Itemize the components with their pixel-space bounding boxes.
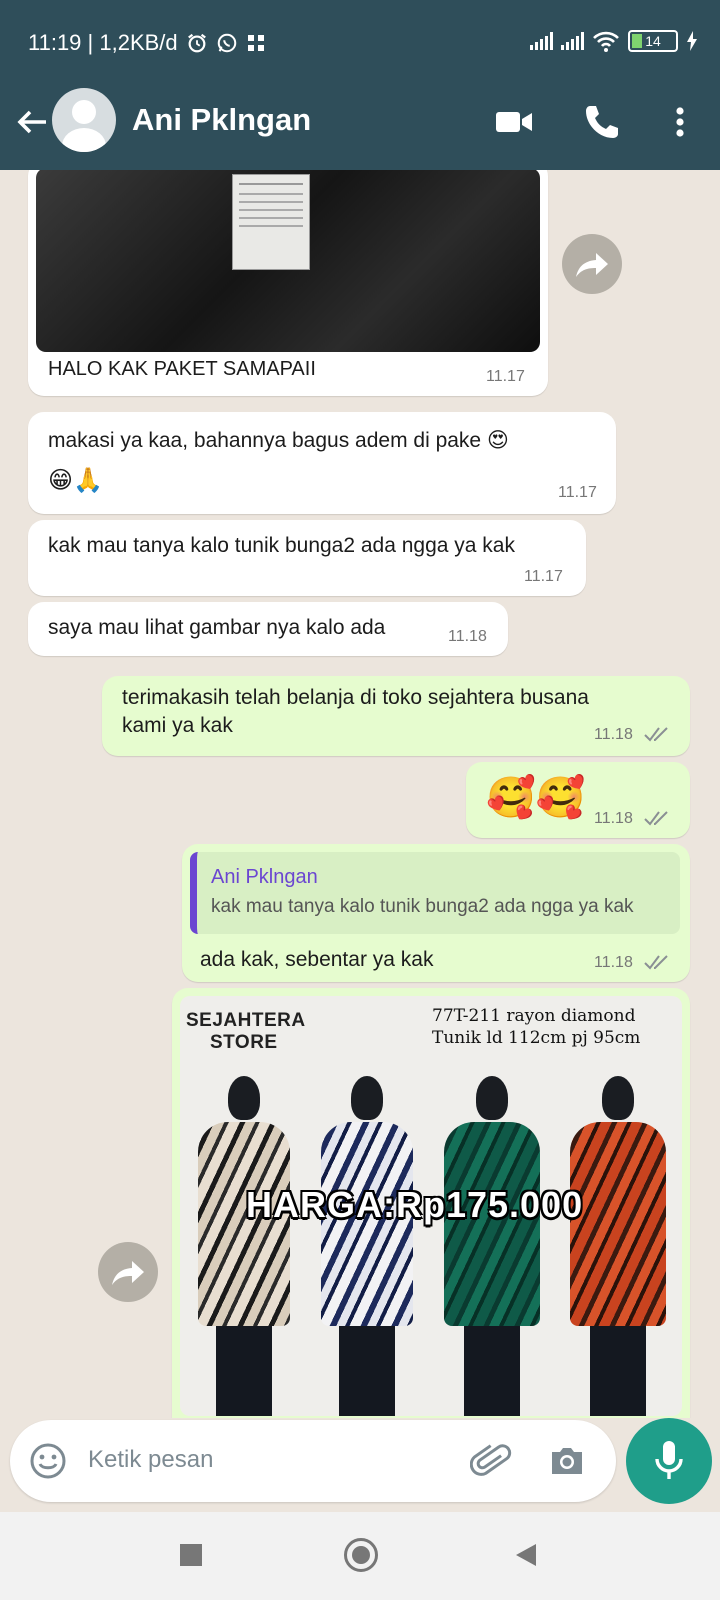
system-navigation-bar bbox=[0, 1512, 720, 1600]
message-text: HALO KAK PAKET SAMAPAII bbox=[48, 358, 316, 380]
forward-icon bbox=[112, 1261, 144, 1285]
shipping-label bbox=[232, 174, 310, 270]
incoming-message[interactable]: kak mau tanya kalo tunik bunga2 ada ngga… bbox=[28, 520, 586, 596]
model-figure-3 bbox=[430, 1076, 556, 1416]
chat-header: Ani Pklngan bbox=[0, 88, 720, 170]
model-figure-2 bbox=[305, 1076, 430, 1416]
signal-icon bbox=[530, 32, 553, 50]
message-text: kak mau tanya kalo tunik bunga2 ada ngga… bbox=[48, 534, 515, 557]
wifi-icon bbox=[593, 31, 619, 52]
camera-icon[interactable] bbox=[546, 1440, 588, 1482]
quoted-text: kak mau tanya kalo tunik bunga2 ada ngga… bbox=[211, 896, 634, 917]
message-time: 11.18 bbox=[448, 628, 487, 645]
incoming-message[interactable]: makasi ya kaa, bahannya bagus adem di pa… bbox=[28, 412, 616, 514]
avatar-body bbox=[62, 128, 106, 152]
outgoing-reply-message[interactable]: Ani Pklngan kak mau tanya kalo tunik bun… bbox=[182, 844, 690, 982]
read-ticks-icon bbox=[644, 955, 668, 970]
chat-area[interactable]: HALO KAK PAKET SAMAPAII 11.17 makasi ya … bbox=[0, 170, 720, 1418]
incoming-image-message[interactable]: HALO KAK PAKET SAMAPAII 11.17 bbox=[28, 170, 548, 396]
message-text: makasi ya kaa, bahannya bagus adem di pa… bbox=[48, 429, 509, 452]
message-time: 11.17 bbox=[486, 368, 525, 385]
message-time: 11.18 bbox=[594, 726, 633, 743]
battery-level: 14 bbox=[645, 33, 661, 49]
product-price: HARGA:Rp175.000 bbox=[246, 1184, 584, 1225]
status-left: 11:19 | 1,2KB/d bbox=[28, 30, 266, 56]
incoming-message[interactable]: saya mau lihat gambar nya kalo ada 11.18 bbox=[28, 602, 508, 656]
status-bar: 11:19 | 1,2KB/d 14 bbox=[0, 0, 720, 88]
store-logo-line2: STORE bbox=[210, 1032, 278, 1053]
store-logo-line1: SEJAHTERA bbox=[186, 1010, 306, 1031]
outgoing-image-message[interactable]: SEJAHTERA STORE 77T-211 rayon diamond Tu… bbox=[172, 988, 690, 1418]
voice-record-button[interactable] bbox=[626, 1418, 712, 1504]
product-photo[interactable]: SEJAHTERA STORE 77T-211 rayon diamond Tu… bbox=[180, 996, 682, 1416]
message-emoji: 🥰🥰 bbox=[486, 776, 586, 820]
forward-icon bbox=[576, 253, 608, 277]
forward-button[interactable] bbox=[98, 1242, 158, 1302]
recent-apps-button[interactable] bbox=[180, 1544, 202, 1566]
home-button[interactable] bbox=[344, 1538, 378, 1572]
signal-icon-2 bbox=[561, 32, 584, 50]
message-text-line2: 😁🙏 bbox=[48, 467, 103, 494]
quoted-author: Ani Pklngan bbox=[211, 866, 318, 888]
whatsapp-status-icon bbox=[217, 33, 236, 53]
forward-button[interactable] bbox=[562, 234, 622, 294]
contact-name[interactable]: Ani Pklngan bbox=[132, 102, 311, 138]
message-text: saya mau lihat gambar nya kalo ada bbox=[48, 616, 386, 639]
message-time: 11.17 bbox=[524, 568, 563, 585]
package-photo[interactable] bbox=[36, 170, 540, 352]
message-time: 11.17 bbox=[558, 484, 597, 501]
read-ticks-icon bbox=[644, 727, 668, 742]
quoted-message[interactable]: Ani Pklngan kak mau tanya kalo tunik bun… bbox=[190, 852, 680, 934]
battery-icon: 14 bbox=[628, 30, 678, 52]
outgoing-message[interactable]: terimakasih telah belanja di toko sejaht… bbox=[102, 676, 690, 756]
model-figure-4 bbox=[556, 1076, 682, 1416]
attachment-icon[interactable] bbox=[470, 1440, 512, 1482]
alarm-icon bbox=[187, 33, 206, 53]
charging-icon bbox=[687, 31, 697, 51]
message-input[interactable]: Ketik pesan bbox=[88, 1446, 213, 1474]
grid-status-icon bbox=[247, 35, 264, 51]
status-right: 14 bbox=[530, 30, 698, 52]
message-text: terimakasih telah belanja di toko sejaht… bbox=[122, 686, 589, 709]
emoji-icon[interactable] bbox=[28, 1441, 68, 1481]
product-info-line2: Tunik ld 112cm pj 95cm bbox=[432, 1028, 641, 1048]
read-ticks-icon bbox=[644, 811, 668, 826]
voice-call-icon[interactable] bbox=[582, 102, 622, 142]
message-text-line2: kami ya kak bbox=[122, 714, 233, 737]
message-time: 11.18 bbox=[594, 954, 633, 971]
back-arrow-icon[interactable] bbox=[14, 104, 50, 140]
back-button-icon[interactable] bbox=[514, 1542, 538, 1568]
model-figure-1 bbox=[180, 1076, 305, 1416]
outgoing-message[interactable]: 🥰🥰 11.18 bbox=[466, 762, 690, 838]
message-input-bar: Ketik pesan bbox=[10, 1420, 616, 1502]
message-time: 11.18 bbox=[594, 810, 633, 827]
contact-avatar[interactable] bbox=[52, 88, 116, 152]
product-info-line1: 77T-211 rayon diamond bbox=[432, 1006, 636, 1026]
status-time-speed: 11:19 | 1,2KB/d bbox=[28, 30, 178, 55]
video-call-icon[interactable] bbox=[494, 102, 534, 142]
message-text: ada kak, sebentar ya kak bbox=[200, 948, 434, 971]
microphone-icon bbox=[655, 1441, 683, 1479]
more-options-icon[interactable] bbox=[660, 102, 700, 142]
avatar-head bbox=[72, 100, 96, 124]
